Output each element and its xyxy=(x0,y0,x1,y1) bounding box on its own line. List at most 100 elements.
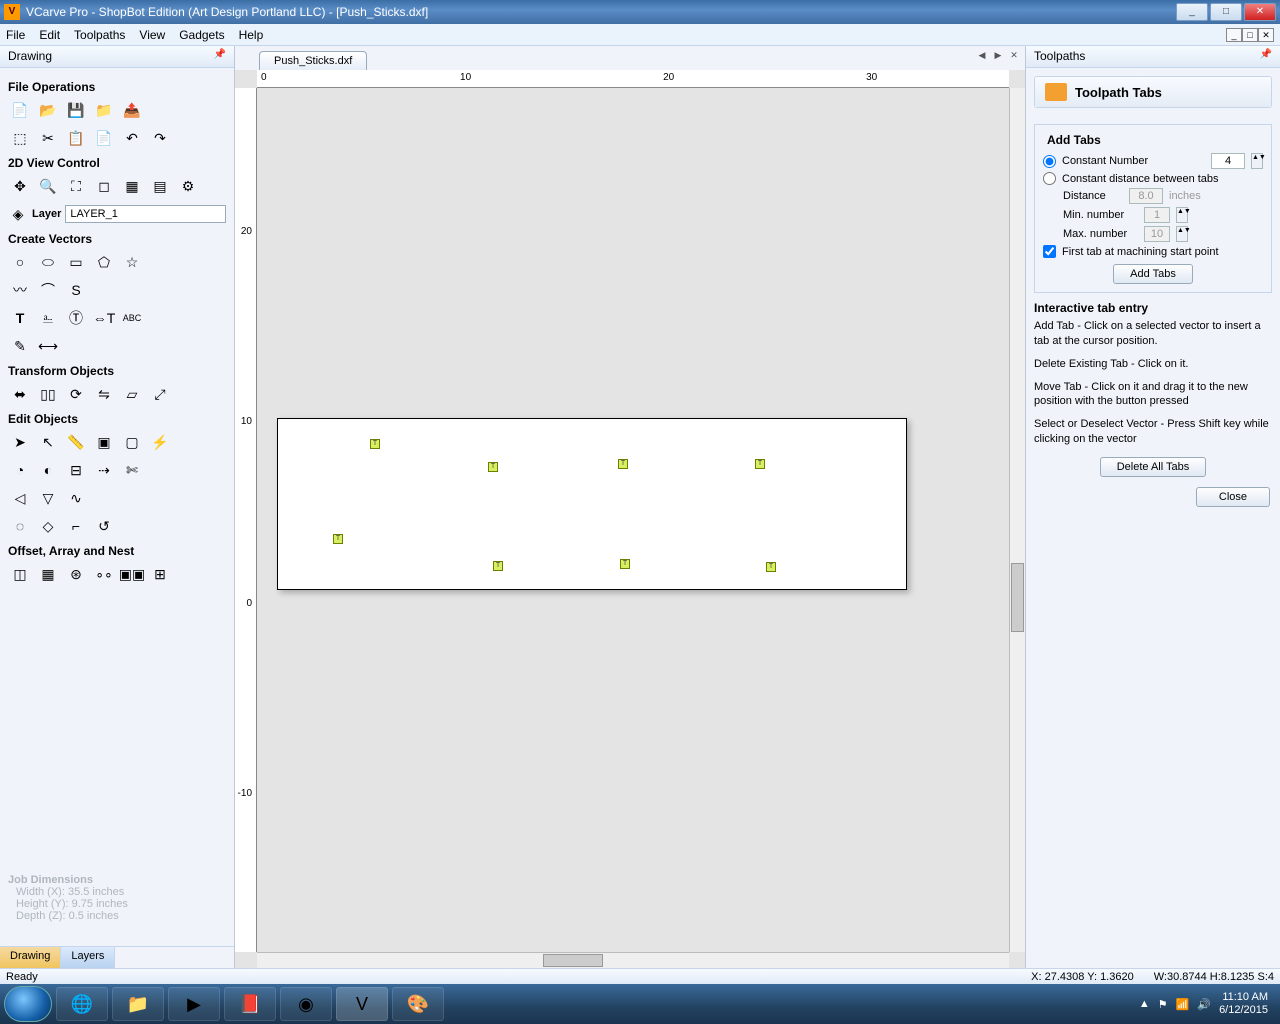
circle-icon[interactable]: ○ xyxy=(8,250,32,274)
taskbar-clock[interactable]: 11:10 AM 6/12/2015 xyxy=(1219,991,1268,1016)
node-edit-icon[interactable]: ↖ xyxy=(36,430,60,454)
trace-bitmap-icon[interactable]: ✎ xyxy=(8,334,32,358)
mirror-icon[interactable]: ⇋ xyxy=(92,382,116,406)
taskbar-media-icon[interactable]: ▶ xyxy=(168,987,220,1021)
tray-flag-icon[interactable]: ⚑ xyxy=(1158,998,1168,1011)
zoom-extents-icon[interactable]: ⛶ xyxy=(64,174,88,198)
menu-view[interactable]: View xyxy=(139,28,165,42)
polyline-icon[interactable]: 〰 xyxy=(8,278,32,302)
reverse-direction-icon[interactable]: ↺ xyxy=(92,514,116,538)
cut-icon[interactable]: ✂ xyxy=(36,126,60,150)
distance-input[interactable] xyxy=(1129,188,1163,204)
new-file-icon[interactable]: 📄 xyxy=(8,98,32,122)
export-icon[interactable]: 📤 xyxy=(120,98,144,122)
close-button-panel[interactable]: Close xyxy=(1196,487,1270,507)
text-icon[interactable]: T xyxy=(8,306,32,330)
tab-layers[interactable]: Layers xyxy=(61,947,115,968)
min-number-input[interactable] xyxy=(1144,207,1170,223)
measure-icon[interactable]: 📏 xyxy=(64,430,88,454)
undo-icon[interactable]: ↶ xyxy=(120,126,144,150)
tab-marker[interactable]: T xyxy=(618,459,628,469)
align-icon[interactable]: ▯▯ xyxy=(36,382,60,406)
taskbar-ie-icon[interactable]: 🌐 xyxy=(56,987,108,1021)
taskbar-chrome-icon[interactable]: ◉ xyxy=(280,987,332,1021)
taskbar-vcarve-icon[interactable]: V xyxy=(336,987,388,1021)
constant-number-radio[interactable] xyxy=(1043,155,1056,168)
vector-validator-icon[interactable]: ◌ xyxy=(8,514,32,538)
subtract-icon[interactable]: ◐ xyxy=(36,458,60,482)
redo-icon[interactable]: ↷ xyxy=(148,126,172,150)
curve-icon[interactable]: S xyxy=(64,278,88,302)
delete-all-tabs-button[interactable]: Delete All Tabs xyxy=(1100,457,1207,477)
select-icon[interactable]: ➤ xyxy=(8,430,32,454)
close-button[interactable]: ✕ xyxy=(1244,3,1276,21)
arc-icon[interactable]: ⌒ xyxy=(36,278,60,302)
ellipse-icon[interactable]: ⬭ xyxy=(36,250,60,274)
tray-network-icon[interactable]: 📶 xyxy=(1176,998,1190,1011)
mdi-minimize[interactable]: _ xyxy=(1226,28,1242,42)
tab-marker[interactable]: T xyxy=(766,562,776,572)
plate-icon[interactable]: ⊞ xyxy=(148,562,172,586)
offset-icon[interactable]: ◫ xyxy=(8,562,32,586)
join-icon[interactable]: ⚡ xyxy=(148,430,172,454)
tab-marker[interactable]: T xyxy=(620,559,630,569)
save-file-icon[interactable]: 💾 xyxy=(64,98,88,122)
job-setup-icon[interactable]: ⬚ xyxy=(8,126,32,150)
tab-close-icon[interactable]: ✕ xyxy=(1007,49,1021,63)
text-on-curve-icon[interactable]: Ⓣ xyxy=(64,306,88,330)
taskbar-paint-icon[interactable]: 🎨 xyxy=(392,987,444,1021)
weld-icon[interactable]: ◔ xyxy=(8,458,32,482)
open-file-icon[interactable]: 📂 xyxy=(36,98,60,122)
selection-tool-icon[interactable]: ◇ xyxy=(36,514,60,538)
hscroll-thumb[interactable] xyxy=(543,954,603,967)
nest-icon[interactable]: ▣▣ xyxy=(120,562,144,586)
add-tabs-button[interactable]: Add Tabs xyxy=(1113,264,1193,284)
open-vector-icon[interactable]: ▽ xyxy=(36,486,60,510)
min-number-spinner[interactable]: ▲▼ xyxy=(1176,207,1188,223)
zoom-icon[interactable]: 🔍 xyxy=(36,174,60,198)
constant-distance-radio[interactable] xyxy=(1043,172,1056,185)
menu-toolpaths[interactable]: Toolpaths xyxy=(74,28,125,42)
tab-next-icon[interactable]: ▶ xyxy=(991,49,1005,63)
vertical-scrollbar[interactable] xyxy=(1009,88,1025,952)
extend-icon[interactable]: ⇢ xyxy=(92,458,116,482)
tab-prev-icon[interactable]: ◀ xyxy=(975,49,989,63)
dimension-icon[interactable]: ⟷ xyxy=(36,334,60,358)
mdi-close[interactable]: ✕ xyxy=(1258,28,1274,42)
tab-marker[interactable]: T xyxy=(488,462,498,472)
toggle-guides-icon[interactable]: ▦ xyxy=(120,174,144,198)
ungroup-icon[interactable]: ▢ xyxy=(120,430,144,454)
max-number-input[interactable] xyxy=(1144,226,1170,242)
convert-text-icon[interactable]: ABC xyxy=(120,306,144,330)
max-number-spinner[interactable]: ▲▼ xyxy=(1176,226,1188,242)
tab-marker[interactable]: T xyxy=(333,534,343,544)
menu-file[interactable]: File xyxy=(6,28,25,42)
vscroll-thumb[interactable] xyxy=(1011,563,1024,632)
layer-combobox[interactable]: LAYER_1 xyxy=(65,205,226,223)
move-icon[interactable]: ⬌ xyxy=(8,382,32,406)
star-icon[interactable]: ☆ xyxy=(120,250,144,274)
zoom-selected-icon[interactable]: ◻ xyxy=(92,174,116,198)
menu-gadgets[interactable]: Gadgets xyxy=(179,28,224,42)
tab-marker[interactable]: T xyxy=(370,439,380,449)
copy-icon[interactable]: 📋 xyxy=(64,126,88,150)
paste-icon[interactable]: 📄 xyxy=(92,126,116,150)
menu-edit[interactable]: Edit xyxy=(39,28,60,42)
scale-icon[interactable]: ⤢ xyxy=(148,382,172,406)
import-icon[interactable]: 📁 xyxy=(92,98,116,122)
scissors-icon[interactable]: ✄ xyxy=(120,458,144,482)
rotate-icon[interactable]: ⟳ xyxy=(64,382,88,406)
array-icon[interactable]: ▦ xyxy=(36,562,60,586)
tab-marker[interactable]: T xyxy=(493,561,503,571)
maximize-button[interactable]: □ xyxy=(1210,3,1242,21)
mdi-restore[interactable]: □ xyxy=(1242,28,1258,42)
first-tab-checkbox[interactable] xyxy=(1043,245,1056,258)
create-fillet-icon[interactable]: ⌐ xyxy=(64,514,88,538)
snap-grid-icon[interactable]: ▤ xyxy=(148,174,172,198)
pin-icon[interactable]: 📌 xyxy=(214,49,226,64)
group-icon[interactable]: ▣ xyxy=(92,430,116,454)
tray-up-icon[interactable]: ▲ xyxy=(1139,998,1150,1010)
pin-icon[interactable]: 📌 xyxy=(1260,49,1272,64)
start-button[interactable] xyxy=(4,986,52,1022)
rectangle-icon[interactable]: ▭ xyxy=(64,250,88,274)
